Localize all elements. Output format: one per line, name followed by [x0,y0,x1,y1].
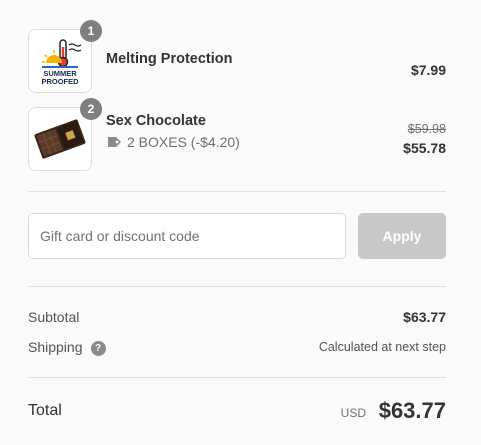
discount-code-input[interactable] [28,213,346,259]
shipping-value: Calculated at next step [318,340,446,354]
quantity-badge: 1 [80,20,102,42]
product-name: Sex Chocolate [106,113,206,129]
subtotal-row: Subtotal $63.77 [28,309,446,325]
total-label: Total [28,402,62,419]
divider [28,286,446,287]
shipping-label: Shipping [28,339,83,355]
product-variant: 2 BOXES (-$4.20) [106,134,240,150]
cart-item: 2 Sex Chocolate 2 BOXES (-$4.20) $59.98 … [28,98,446,171]
product-name: Melting Protection [106,51,233,67]
image-text-proofed: PROOFED [41,77,79,86]
chocolate-box-image [34,119,86,159]
subtotal-value: $63.77 [403,309,446,325]
summer-proofed-image: SUMMER PROOFED [41,39,82,86]
subtotal-label: Subtotal [28,309,80,325]
product-thumbnail: SUMMER PROOFED 1 [28,20,102,93]
tag-icon [108,137,121,147]
divider [28,377,446,378]
question-icon[interactable]: ? [90,340,106,356]
product-thumbnail: 2 [28,98,102,171]
cart-item: SUMMER PROOFED 1 Melting Protection $7.9… [28,20,446,93]
quantity-badge: 2 [80,98,102,120]
total-amount: $63.77 [378,398,446,423]
variant-label: 2 BOXES (-$4.20) [127,134,240,150]
product-price: $55.78 [403,140,446,156]
total-row: Total USD $63.77 [28,398,446,426]
divider [28,191,446,192]
apply-button[interactable]: Apply [358,213,446,259]
product-price: $7.99 [410,62,446,78]
currency-code: USD [340,406,366,420]
original-price: $59.98 [407,122,446,136]
shipping-row: Shipping? Calculated at next step [28,339,446,356]
